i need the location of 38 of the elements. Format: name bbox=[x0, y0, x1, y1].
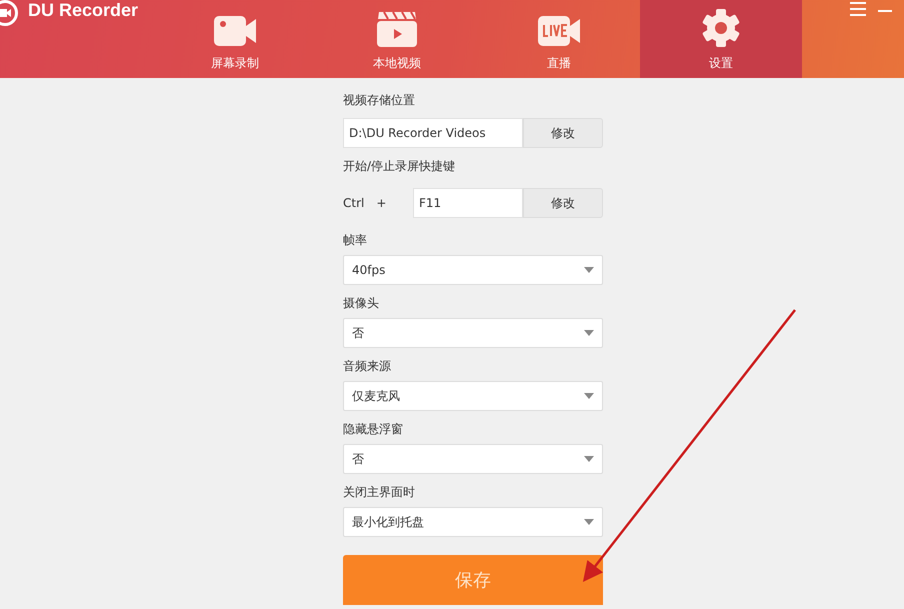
path-field[interactable]: D:\DU Recorder Videos bbox=[343, 118, 523, 148]
dropdown-value: 40fps bbox=[352, 263, 386, 277]
dropdown-value: 否 bbox=[352, 324, 364, 342]
caret-icon bbox=[584, 330, 594, 336]
gear-icon bbox=[701, 8, 741, 48]
caret-icon bbox=[584, 519, 594, 525]
nav-tab[interactable]: 本地视频 bbox=[316, 0, 478, 78]
setting-label: 关闭主界面时 bbox=[343, 484, 416, 501]
clapperboard-icon bbox=[376, 10, 418, 48]
caret-icon bbox=[584, 267, 594, 273]
dropdown[interactable]: 40fps bbox=[343, 255, 603, 285]
setting-label: 音频来源 bbox=[343, 358, 392, 375]
setting-label: 帧率 bbox=[343, 232, 368, 249]
plus-sign: + bbox=[376, 196, 386, 210]
video-camera-icon bbox=[213, 14, 257, 48]
dropdown-value: 否 bbox=[352, 450, 364, 468]
modifier-key-label: Ctrl bbox=[343, 196, 364, 210]
nav-tab[interactable]: 屏幕录制 bbox=[154, 0, 316, 78]
app-title: DU Recorder bbox=[28, 0, 138, 21]
nav-tab[interactable]: 设置 bbox=[640, 0, 802, 78]
menu-icon[interactable] bbox=[850, 2, 866, 16]
caret-icon bbox=[584, 456, 594, 462]
hotkey-field[interactable]: F11 bbox=[413, 188, 523, 218]
setting-label: 开始/停止录屏快捷键 bbox=[343, 158, 456, 175]
change-button[interactable]: 修改 bbox=[523, 188, 603, 218]
dropdown-value: 最小化到托盘 bbox=[352, 514, 424, 530]
dropdown[interactable]: 否 bbox=[343, 444, 603, 474]
nav-tab[interactable]: 直播 bbox=[478, 0, 640, 78]
live-camera-icon bbox=[537, 14, 581, 48]
dropdown[interactable]: 否 bbox=[343, 318, 603, 348]
dropdown-value: 仅麦克风 bbox=[352, 388, 400, 404]
setting-label: 视频存储位置 bbox=[343, 92, 416, 109]
caret-icon bbox=[584, 393, 594, 399]
dropdown[interactable]: 最小化到托盘 bbox=[343, 507, 603, 537]
setting-label: 隐藏悬浮窗 bbox=[343, 421, 404, 438]
change-button[interactable]: 修改 bbox=[523, 118, 603, 148]
setting-label: 摄像头 bbox=[343, 295, 380, 312]
dropdown[interactable]: 仅麦克风 bbox=[343, 381, 603, 411]
